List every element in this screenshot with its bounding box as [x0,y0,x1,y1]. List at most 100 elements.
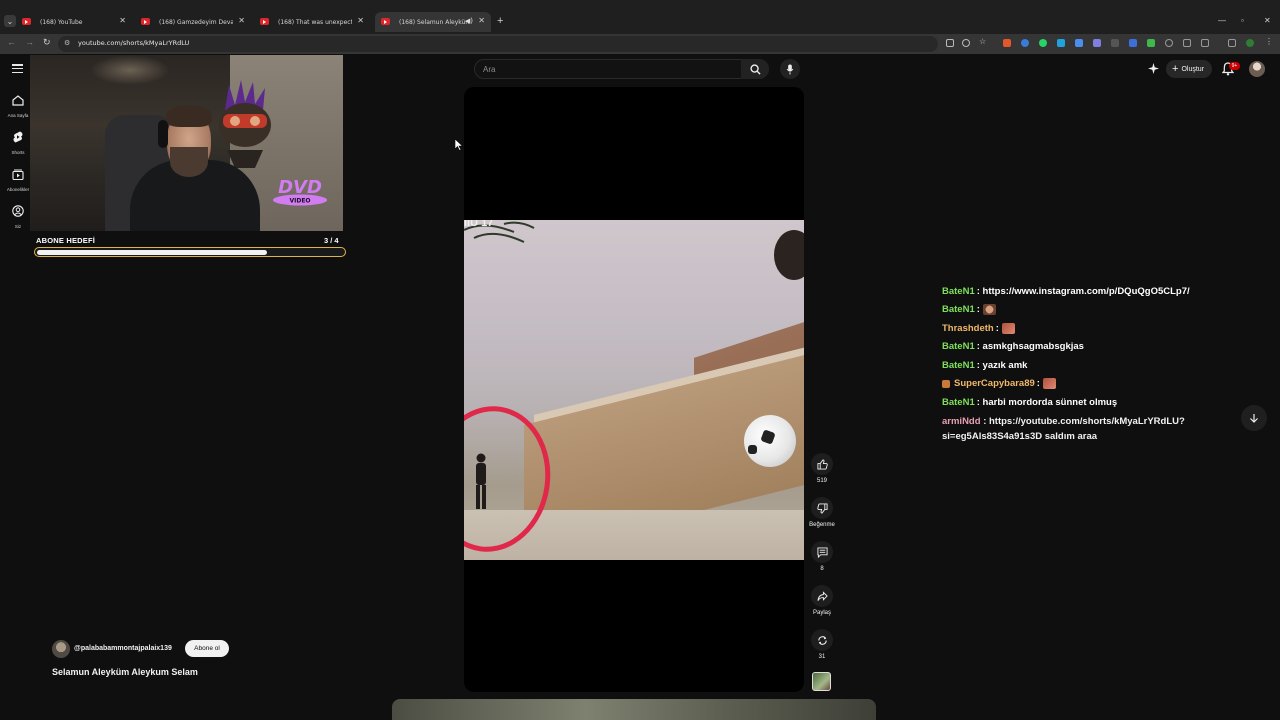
chat-message: BateN1 : yazık amk [942,356,1242,375]
browser-tab[interactable]: (168) Gamzedeyim Deva Bulmam ✕ [135,12,251,32]
share-icon [816,590,828,601]
pen-icon[interactable] [1093,39,1101,47]
sidebar-item-shorts[interactable]: Shorts [4,130,32,155]
sound-thumbnail[interactable] [812,672,831,691]
youtube-favicon-icon [141,18,150,25]
cast-icon[interactable] [946,39,954,47]
search-button[interactable] [741,59,769,79]
next-short-preview[interactable] [392,699,876,720]
dvd-logo-subtext: VIDEO [289,198,310,205]
browser-tab[interactable]: (168) That was unexpected #sh ✕ [254,12,370,32]
dislike-label: Beğenme [809,522,835,528]
short-title: Selamun Aleyküm Aleykum Selam [52,667,198,677]
subscriber-goal-progress [34,247,346,257]
share-button[interactable]: Paylaş [808,585,836,616]
close-window-icon[interactable]: ✕ [1264,16,1271,25]
browser-tab-active[interactable]: (168) Selamun Aleyküm Ale ◀) ✕ [375,12,491,32]
extension-icon[interactable] [1111,39,1119,47]
sidebar-item-label: Ana Sayfa [7,113,29,118]
bookmark-star-icon[interactable]: ☆ [979,37,987,46]
like-button[interactable]: 519 [808,453,836,484]
mouse-cursor-icon [455,139,463,151]
account-avatar[interactable] [1249,61,1265,77]
tab-close-icon[interactable]: ✕ [119,16,126,25]
remix-count: 31 [818,654,826,660]
youtube-favicon-icon [381,18,390,25]
you-icon [12,205,24,217]
chat-username: Thrashdeth [942,322,994,334]
translate-icon[interactable] [1057,39,1065,47]
chat-username: BateN1 [942,341,975,353]
restore-icon[interactable]: ▫ [1241,16,1244,25]
tab-close-icon[interactable]: ✕ [478,16,485,25]
notification-badge: 9+ [1229,62,1240,70]
chat-username: armiNdd [942,415,981,427]
stream-chat: BateN1 : https://www.instagram.com/p/DQu… [942,282,1242,444]
extensions-puzzle-icon[interactable] [1201,39,1209,47]
cat-emote-icon [1042,378,1056,390]
scroll-to-bottom-button[interactable] [1241,405,1267,431]
search-icon [749,63,761,75]
youtube-favicon-icon [22,18,31,25]
video-frame: IIU 17 [464,220,804,560]
extension-icon[interactable] [1003,39,1011,47]
channel-avatar[interactable] [52,640,70,658]
mascot-character-image [219,80,271,168]
extension-icon[interactable] [1147,39,1155,47]
address-bar[interactable]: ⚙ youtube.com/shorts/kMyaLrYRdLU [58,36,938,52]
home-icon [12,95,24,106]
create-label: Oluştur [1181,65,1204,73]
profile-icon[interactable] [1246,39,1254,47]
site-info-icon[interactable]: ⚙ [64,39,70,47]
whatsapp-icon[interactable] [1039,39,1047,47]
extension-icon[interactable] [1165,39,1173,47]
player-head [774,230,804,280]
audio-playing-icon[interactable]: ◀) [465,17,473,25]
new-tab-button[interactable]: + [497,15,503,27]
forward-icon[interactable]: → [25,37,34,47]
chat-text: : [995,322,999,334]
voice-search-button[interactable] [780,59,800,79]
create-button[interactable]: + Oluştur [1166,60,1212,78]
back-icon[interactable]: ← [7,37,16,47]
channel-name[interactable]: @palababammontajpalaix139 [74,645,172,652]
subscribe-button[interactable]: Abone ol [185,640,229,657]
search-input[interactable] [483,64,733,75]
remix-button[interactable]: 31 [808,629,836,660]
extension-icon[interactable] [1021,39,1029,47]
comment-count: 8 [820,566,824,572]
chat-message: BateN1 : https://www.instagram.com/p/DQu… [942,282,1242,301]
extension-icon[interactable] [1075,39,1083,47]
create-magic-icon[interactable] [1148,63,1159,74]
dislike-button[interactable]: Beğenme [808,497,836,528]
eye-off-icon[interactable] [962,39,970,47]
extension-icon[interactable] [1183,39,1191,47]
sidebar-item-you[interactable]: Siz [4,204,32,229]
sidebar-item-label: Shorts [11,150,25,155]
chat-text: : asmkghsagmabsgkjas [976,341,1084,353]
sidebar-item-subscriptions[interactable]: Abonelikler [4,167,32,192]
thumbs-down-icon [816,502,828,514]
chat-username: BateN1 [942,304,975,316]
chat-message: SuperCapybara89 : [942,375,1242,394]
chat-text: : [976,304,980,316]
sidebar-item-label: Abonelikler [6,187,30,192]
sidebar-item-home[interactable]: Ana Sayfa [4,93,32,118]
tab-search-icon[interactable]: ⌄ [4,15,16,27]
chat-username: BateN1 [942,359,975,371]
shorts-video-player[interactable]: IIU 17 [464,87,804,692]
cat-emote-icon [1001,322,1015,334]
sidepanel-icon[interactable] [1228,39,1236,47]
reload-icon[interactable]: ↻ [43,37,51,48]
tab-close-icon[interactable]: ✕ [238,16,245,25]
menu-hamburger-icon[interactable] [12,64,23,74]
tab-close-icon[interactable]: ✕ [357,16,364,25]
chat-message: BateN1 : [942,301,1242,320]
search-box [474,59,769,79]
subscriber-goal-count: 3 / 4 [324,236,339,245]
minimize-icon[interactable]: — [1218,16,1226,25]
browser-tab[interactable]: (168) YouTube ✕ [16,12,132,32]
comments-button[interactable]: 8 [808,541,836,572]
menu-kebab-icon[interactable]: ⋮ [1265,37,1273,46]
extension-icon[interactable] [1129,39,1137,47]
